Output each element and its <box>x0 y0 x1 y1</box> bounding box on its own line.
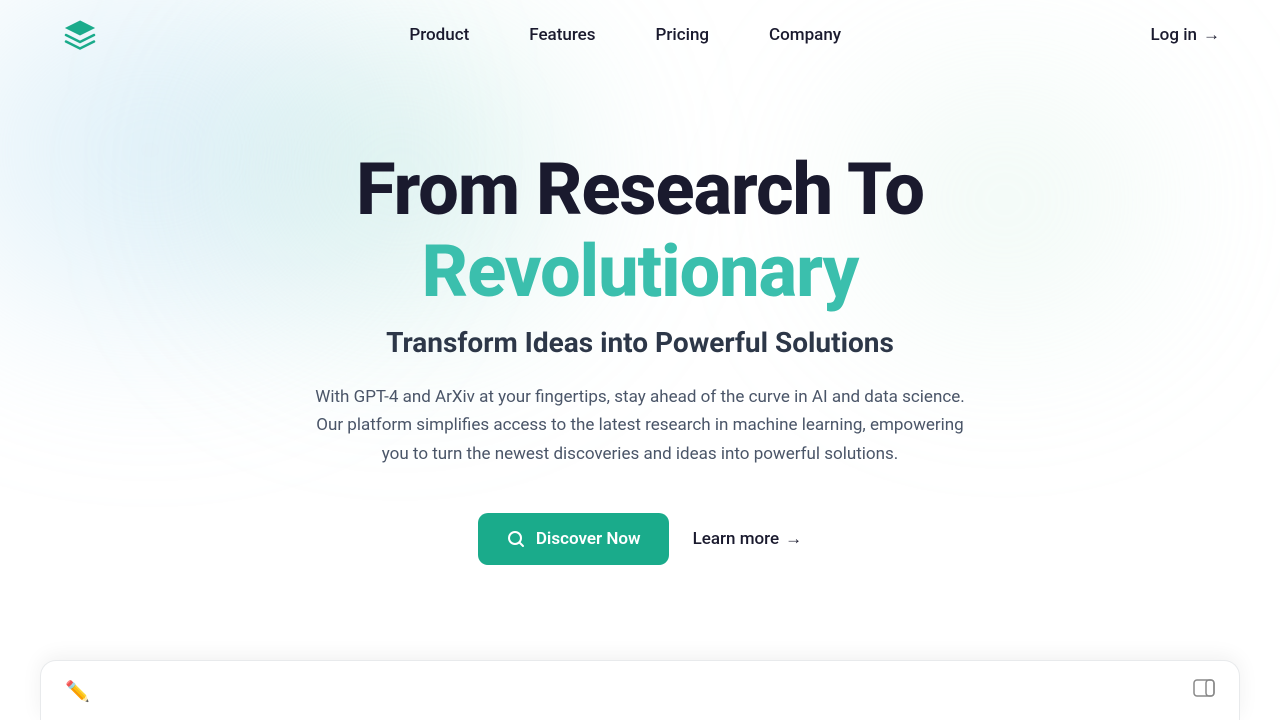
nav-links: Product Features Pricing Company <box>409 25 841 45</box>
login-link[interactable]: Log in → <box>1151 25 1220 45</box>
search-icon <box>506 529 526 549</box>
navbar: Product Features Pricing Company Log in … <box>0 0 1280 70</box>
hero-buttons: Discover Now Learn more → <box>478 513 802 565</box>
learn-more-arrow: → <box>785 529 802 549</box>
login-arrow: → <box>1203 25 1220 45</box>
nav-company[interactable]: Company <box>769 25 841 45</box>
discover-now-button[interactable]: Discover Now <box>478 513 669 565</box>
nav-product[interactable]: Product <box>409 25 469 45</box>
nav-pricing[interactable]: Pricing <box>656 25 710 45</box>
learn-more-label: Learn more <box>693 529 780 549</box>
bottom-card-preview: ✏️ <box>40 660 1240 720</box>
logo-icon <box>60 15 100 55</box>
hero-section: From Research To Revolutionary Transform… <box>0 70 1280 565</box>
window-icon <box>1193 679 1215 702</box>
pencil-icon: ✏️ <box>65 679 90 703</box>
discover-now-label: Discover Now <box>536 529 641 549</box>
hero-title-line2: Revolutionary <box>356 229 924 315</box>
login-label: Log in <box>1151 25 1197 45</box>
hero-subtitle: Transform Ideas into Powerful Solutions <box>386 326 894 359</box>
nav-features[interactable]: Features <box>529 25 595 45</box>
learn-more-button[interactable]: Learn more → <box>693 529 803 549</box>
hero-title-line1: From Research To <box>356 150 924 229</box>
logo[interactable] <box>60 15 100 55</box>
hero-description: With GPT-4 and ArXiv at your fingertips,… <box>310 383 970 470</box>
